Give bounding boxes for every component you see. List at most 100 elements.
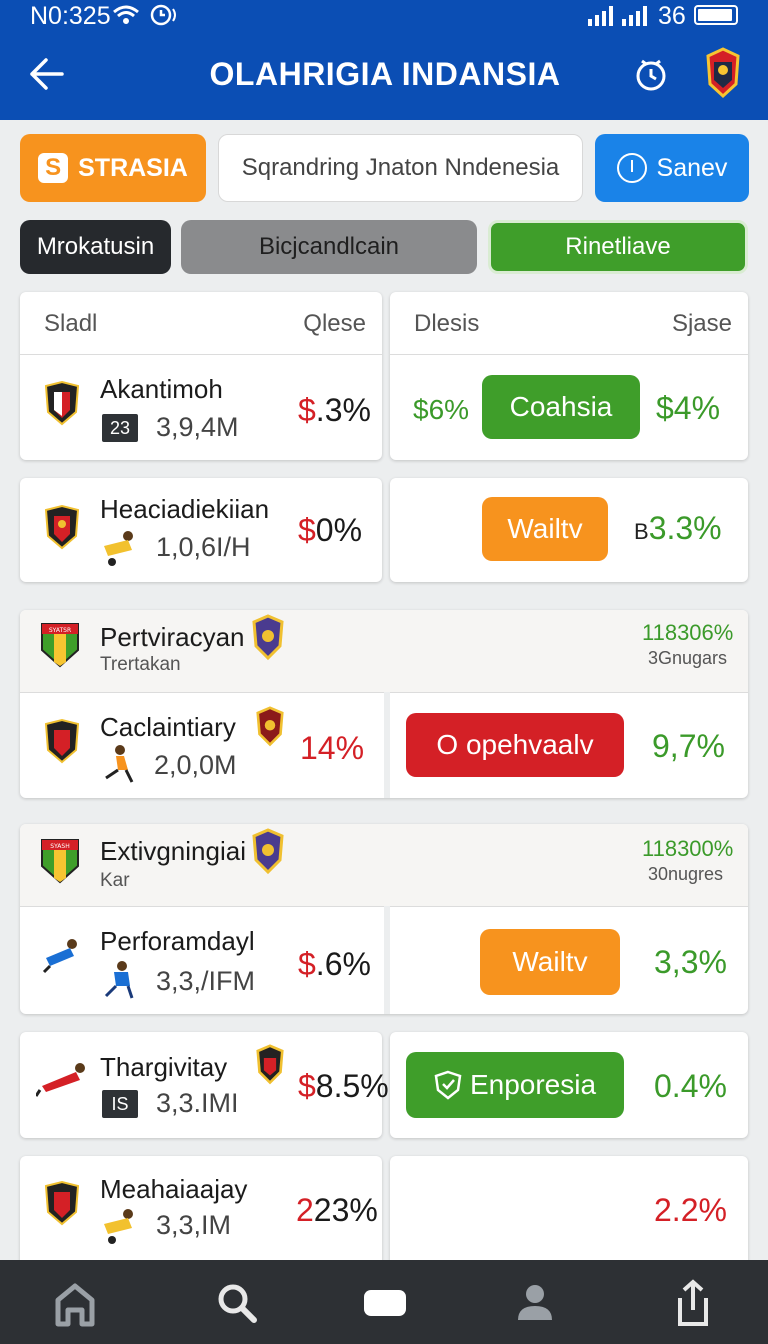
signal-icon (588, 6, 613, 26)
crest-icon[interactable] (700, 46, 746, 100)
row-name: Caclaintiary (100, 712, 236, 742)
crest-icon (256, 706, 284, 747)
search-input[interactable]: Sqrandring Jnaton Nndenesia (218, 134, 583, 202)
row-sub: 3,3,IM (156, 1210, 232, 1240)
row-right-value: B3.3% (634, 510, 722, 547)
profile-icon[interactable] (510, 1278, 560, 1328)
row-sub: 3,3.IMI (156, 1088, 239, 1118)
status-bar: N0:325 36 (0, 0, 768, 34)
divider (390, 354, 748, 355)
percent-value: .3% (315, 392, 371, 428)
section-subtitle: Kar (100, 870, 130, 891)
save-label: Sanev (656, 153, 728, 182)
row-right-value: 3,3% (654, 944, 727, 980)
status-pill-button[interactable]: O opehvaalv (406, 713, 624, 777)
section-value: 118300% (642, 836, 734, 861)
row-sub: 2,0,0M (154, 750, 237, 780)
info-icon (616, 153, 647, 183)
team-flag-icon: SYASH (41, 839, 79, 884)
row-sub: 3,9,4M (156, 412, 239, 442)
player-icon (104, 1209, 133, 1244)
row-name: Perforamdayl (100, 926, 255, 956)
tab-bicjcandlcain[interactable]: Bicjcandlcain (181, 220, 477, 274)
player-icon (105, 745, 134, 783)
search-icon[interactable] (212, 1278, 262, 1328)
percent-value: 23% (313, 1192, 378, 1228)
strasia-button[interactable]: STRASIA (20, 134, 206, 202)
pill-label: Enporesia (469, 1069, 597, 1100)
right-header-col2: Sjase (671, 310, 732, 337)
section-title: Pertviracyan (100, 622, 245, 652)
right-header-col1: Dlesis (414, 310, 480, 337)
bottom-nav (0, 1260, 768, 1344)
currency-sign: $ (298, 946, 316, 982)
row-code: 23 (102, 414, 138, 442)
signal-icon-2 (622, 6, 647, 26)
player-icon (36, 1063, 85, 1097)
player-icon (42, 939, 77, 974)
row-sub: 3,3,/IFM (156, 966, 256, 996)
badge-icon (252, 614, 284, 661)
row-name: Akantimoh (100, 374, 223, 404)
chat-icon[interactable] (360, 1278, 410, 1328)
wifi-icon (113, 5, 139, 24)
row-percent: $.6% (298, 946, 371, 983)
status-pill-button[interactable]: Coahsia (482, 375, 640, 439)
row-left-value: $6% (413, 394, 470, 425)
battery-level: 36 (658, 2, 686, 30)
row-percent: $.3% (298, 392, 371, 429)
row-name: Meahaiaajay (100, 1174, 248, 1204)
divider (384, 906, 390, 1014)
row-name: Heaciadiekiian (100, 494, 270, 524)
share-icon[interactable] (668, 1278, 718, 1328)
back-arrow-icon[interactable] (26, 54, 66, 94)
right-value: 3.3% (648, 510, 722, 546)
crest-text: SYASH (50, 843, 69, 850)
club-crest-icon (44, 718, 80, 764)
status-pill-button[interactable]: Enporesia (406, 1052, 624, 1118)
shield-icon (434, 1070, 462, 1100)
team-flag-icon: SYATSR (41, 623, 79, 668)
tab-mrokatusin[interactable]: Mrokatusin (20, 220, 171, 274)
club-crest-icon (44, 504, 80, 550)
tab-rinetliave[interactable]: Rinetliave (488, 220, 748, 274)
currency-sign: $ (298, 1068, 316, 1104)
row-percent: 14% (300, 730, 365, 766)
left-header-col1: Sladl (44, 310, 98, 337)
brand-s-icon (38, 153, 69, 183)
row-right-value: 2.2% (654, 1192, 727, 1228)
section-subtitle: Trertakan (100, 654, 181, 675)
row-percent: $0% (298, 512, 362, 549)
clock-search-icon[interactable] (632, 56, 670, 94)
status-pill-button[interactable]: Wailtv (480, 929, 620, 995)
row-right-value: $4% (656, 390, 721, 426)
save-button[interactable]: Sanev (595, 134, 749, 202)
currency-sign: $ (298, 512, 316, 548)
percent-value: .6% (315, 946, 371, 982)
player-icon (104, 961, 134, 999)
page-title: OLAHRIGIA INDANSIA (209, 56, 561, 92)
status-pill-button[interactable]: Wailtv (482, 497, 608, 561)
club-crest-icon (44, 1180, 80, 1226)
divider (20, 354, 382, 355)
row-sub: 1,0,6I/H (156, 532, 251, 562)
club-crest-icon (44, 380, 80, 426)
currency-sign: $ (298, 392, 316, 428)
row-percent: $8.5% (298, 1068, 389, 1105)
crest-text: SYATSR (49, 627, 71, 634)
status-time: N0:325 (30, 2, 111, 30)
app-bar: N0:325 36 OLAHRIGIA INDANSIA (0, 0, 768, 120)
currency-sign: 2 (296, 1192, 314, 1228)
alarm-icon (150, 4, 176, 26)
home-icon[interactable] (50, 1278, 100, 1328)
battery-icon (694, 5, 738, 25)
section-value-sub: 3Gnugars (648, 648, 728, 668)
percent-value: 8.5% (315, 1068, 389, 1104)
right-prefix: B (634, 519, 649, 544)
divider (384, 692, 390, 798)
player-icon (104, 531, 133, 566)
left-header-col2: Qlese (303, 310, 366, 337)
row-right-value: 0.4% (654, 1068, 727, 1104)
row-percent: 223% (296, 1192, 378, 1229)
crest-icon (256, 1044, 284, 1085)
